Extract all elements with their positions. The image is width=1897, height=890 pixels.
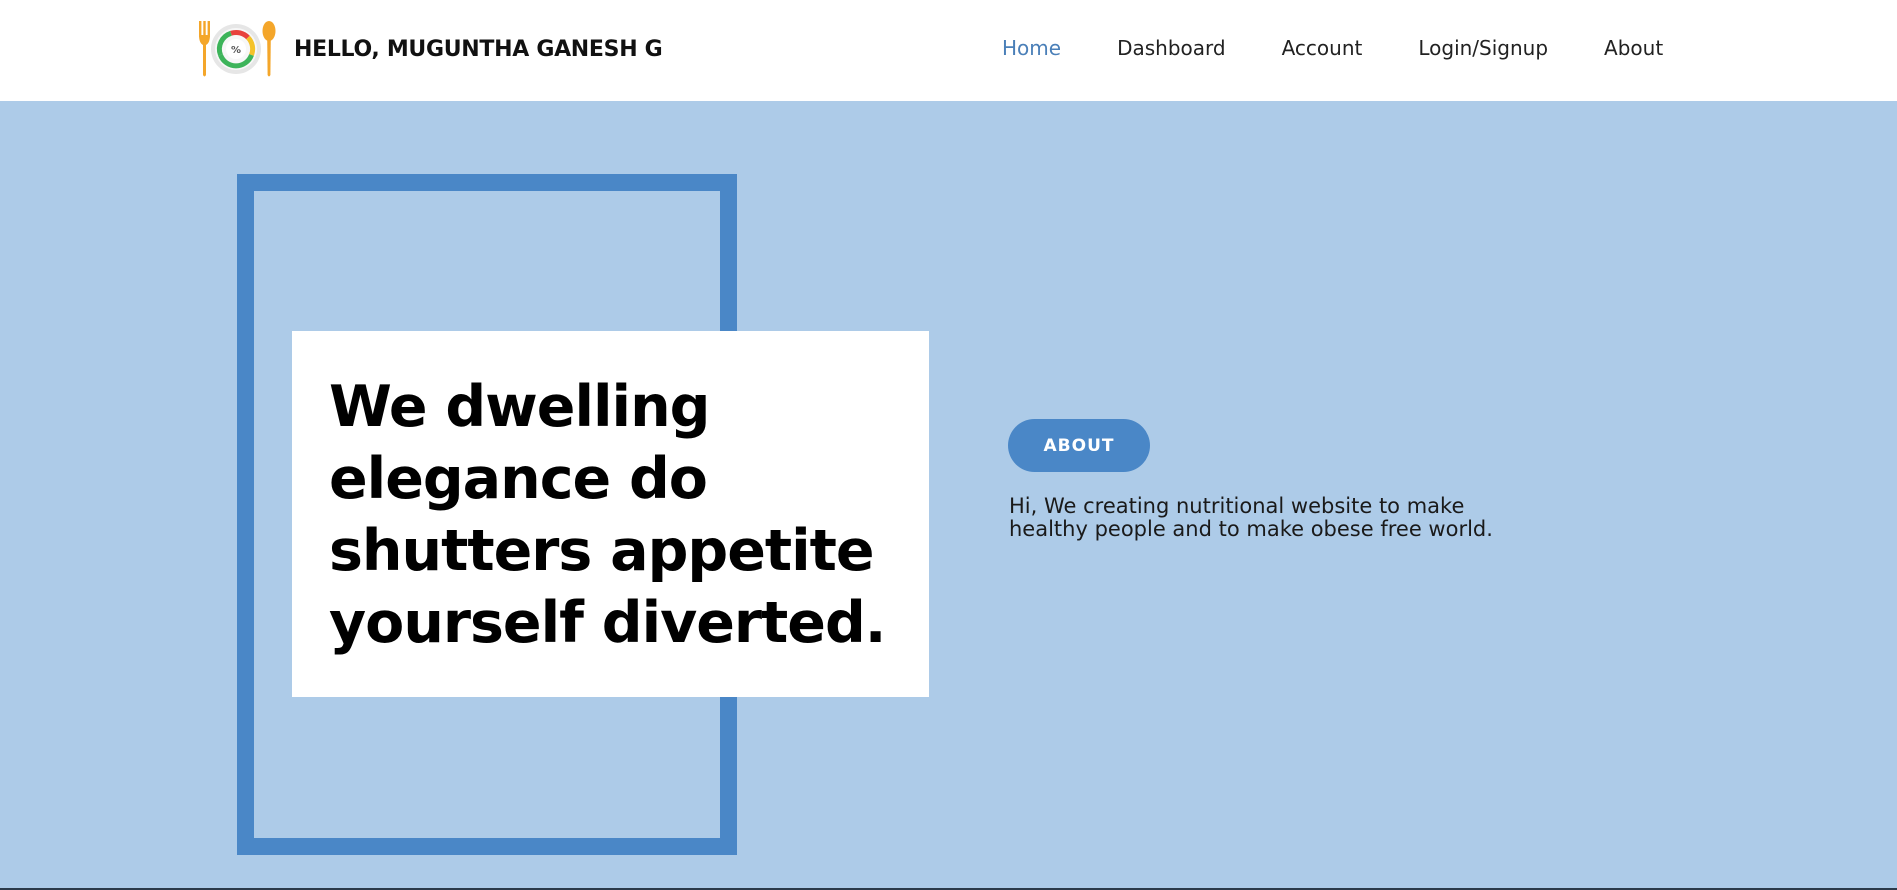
nav-about-link[interactable]: About <box>1604 36 1663 60</box>
nav-login-signup-link[interactable]: Login/Signup <box>1418 36 1548 60</box>
nav-home-link[interactable]: Home <box>1002 36 1061 60</box>
brand-link[interactable]: % HELLO, MUGUNTHA GANESH G <box>196 18 663 80</box>
about-description: Hi, We creating nutritional website to m… <box>1009 494 1493 541</box>
top-navbar: % HELLO, MUGUNTHA GANESH G Home Dashboar… <box>0 0 1897 101</box>
hero-section: We dwelling elegance do shutters appetit… <box>0 101 1897 890</box>
plate-fork-spoon-logo-icon: % <box>199 21 276 77</box>
nav-dashboard-link[interactable]: Dashboard <box>1117 36 1226 60</box>
headline-card: We dwelling elegance do shutters appetit… <box>292 331 929 697</box>
about-button[interactable]: ABOUT <box>1008 419 1150 472</box>
hero-headline: We dwelling elegance do shutters appetit… <box>329 374 886 656</box>
main-nav: Home Dashboard Account Login/Signup Abou… <box>1002 36 1663 60</box>
brand-title: HELLO, MUGUNTHA GANESH G <box>294 36 663 62</box>
svg-text:%: % <box>231 45 241 56</box>
nav-account-link[interactable]: Account <box>1282 36 1363 60</box>
